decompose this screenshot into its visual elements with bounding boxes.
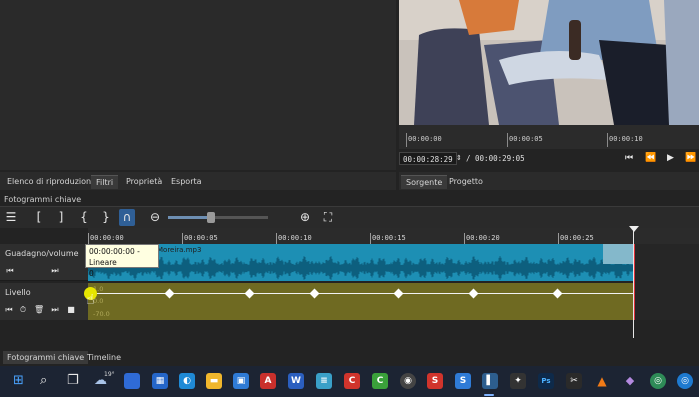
level-scale-label: -70.0 — [93, 310, 110, 318]
shotcut-app-icon[interactable]: ▌ — [482, 373, 498, 389]
store-app-icon[interactable]: ▦ — [152, 373, 168, 389]
ruler-label: 00:00:10 — [278, 234, 312, 242]
video-preview[interactable] — [399, 0, 699, 125]
current-timecode[interactable]: 00:00:28:29 — [399, 152, 457, 165]
widgets-app-icon[interactable] — [124, 373, 140, 389]
ruler-label: 00:00:25 — [560, 234, 594, 242]
edge-app-icon[interactable]: ◐ — [179, 373, 195, 389]
word-app-icon[interactable]: W — [288, 373, 304, 389]
next-keyframe-icon[interactable]: ⏭ — [50, 305, 60, 315]
playhead-handle[interactable] — [629, 226, 639, 232]
microsoft-store-icon[interactable]: ▣ — [233, 373, 249, 389]
previous-keyframe-icon[interactable]: { — [76, 209, 92, 226]
weather-temperature: 19° — [104, 371, 115, 378]
zoom-fit-icon[interactable]: ⛶ — [320, 209, 336, 226]
ruler-label: 00:00:15 — [372, 234, 406, 242]
snipping-tool-icon[interactable]: ✂ — [566, 373, 582, 389]
davinci-app-icon[interactable]: ✦ — [510, 373, 526, 389]
camtasia-green-icon[interactable]: C — [372, 373, 388, 389]
player-tabs: Sorgente Progetto — [399, 172, 699, 190]
rewind-icon[interactable]: ⏪ — [645, 153, 656, 163]
stop-icon[interactable]: ■ — [66, 305, 76, 314]
keyframe-tooltip: 00:00:00:00 - Lineare 0 — [85, 244, 159, 278]
total-duration: / 00:00:29:05 — [466, 154, 525, 163]
s-blue-app-icon[interactable]: S — [455, 373, 471, 389]
next-keyframe-icon[interactable]: } — [98, 209, 114, 226]
vlc-app-icon[interactable]: ▲ — [594, 373, 610, 389]
zoom-slider-fill — [168, 216, 208, 219]
windows-start-icon[interactable]: ⊞ — [13, 372, 24, 390]
tab-project[interactable]: Progetto — [444, 175, 488, 189]
previous-keyframe-icon[interactable]: ⏮ — [5, 266, 15, 276]
player-controls: 00:00:28:29 ⇕ / 00:00:29:05 ⏮ ⏪ ▶ ⏩ — [399, 149, 699, 169]
task-view-icon[interactable]: ❐ — [67, 372, 79, 390]
bottom-tabs: Fotogrammi chiave Timeline — [0, 349, 699, 365]
snap-magnet-icon[interactable]: ∩ — [119, 209, 135, 226]
search-icon[interactable]: ⌕ — [40, 372, 47, 390]
ruler-label: 00:00:20 — [466, 234, 500, 242]
gain-track-clip[interactable]: cas Moreira.mp3 — [88, 244, 634, 281]
track-header-gain[interactable]: Guadagno/volume ⏮ ⏭ — [0, 244, 88, 281]
keyframes-toolbar: ☰ [ ] { } ∩ ⊖ ⊕ ⛶ — [0, 206, 699, 228]
playhead-line[interactable] — [633, 228, 634, 338]
set-in-bracket-icon[interactable]: [ — [31, 209, 47, 226]
zoom-slider[interactable] — [168, 212, 268, 223]
track-title: Guadagno/volume — [5, 249, 79, 258]
hand-cursor-icon: ☝ — [86, 292, 95, 308]
browser-alt-app-icon[interactable]: ◎ — [677, 373, 693, 389]
set-out-bracket-icon[interactable]: ] — [53, 209, 69, 226]
tooltip-line: 00:00:00:00 - Lineare — [89, 247, 140, 267]
clipchamp-app-icon[interactable]: ◆ — [622, 373, 638, 389]
skip-previous-icon[interactable]: ⏮ — [625, 153, 633, 163]
camtasia-red-icon[interactable]: C — [344, 373, 360, 389]
timer-icon[interactable]: ⏱ — [18, 305, 28, 315]
file-explorer-icon[interactable]: ▬ — [206, 373, 222, 389]
tab-export[interactable]: Esporta — [166, 175, 207, 189]
tab-playlist[interactable]: Elenco di riproduzione — [2, 175, 101, 189]
s-red-app-icon[interactable]: S — [427, 373, 443, 389]
tab-filters[interactable]: Filtri — [91, 175, 119, 189]
player-time-ruler[interactable]: 00:00:00 00:00:05 00:00:10 — [399, 125, 699, 149]
fast-forward-icon[interactable]: ⏩ — [685, 153, 696, 163]
play-icon[interactable]: ▶ — [667, 153, 674, 163]
zoom-out-icon[interactable]: ⊖ — [147, 209, 163, 226]
audio-waveform — [88, 256, 634, 280]
timecode-spin-icon[interactable]: ⇕ — [456, 153, 462, 163]
notepad-app-icon[interactable]: ≡ — [316, 373, 332, 389]
tab-timeline[interactable]: Timeline — [83, 351, 125, 364]
acrobat-icon[interactable]: A — [260, 373, 276, 389]
panel-title: Fotogrammi chiave — [0, 194, 699, 206]
track-header-level[interactable]: Livello ⏮ ⏱ 🗑 ⏭ ■ — [0, 283, 88, 320]
filters-panel-area — [0, 0, 396, 170]
tab-keyframes[interactable]: Fotogrammi chiave — [3, 351, 89, 364]
ruler-label: 00:00:00 — [408, 135, 442, 143]
active-app-indicator — [484, 394, 494, 396]
tab-properties[interactable]: Proprietà — [121, 175, 167, 189]
left-panel-tabs: Elenco di riproduzione Filtri Proprietà … — [0, 172, 396, 190]
ruler-label: 00:00:05 — [509, 135, 543, 143]
clip-tail — [603, 244, 634, 264]
previous-keyframe-icon[interactable]: ⏮ — [4, 305, 14, 315]
tooltip-line: 0 — [89, 269, 94, 278]
taskbar: ⊞ ⌕ ❐ ☁ 19° ▦ ◐ ▬ ▣ A W ≡ C C ◉ S S ▌ ✦ … — [0, 366, 699, 397]
ruler-label: 00:00:05 — [184, 234, 218, 242]
timeline-empty-area — [634, 244, 699, 320]
next-keyframe-icon[interactable]: ⏭ — [50, 266, 60, 276]
ruler-label: 00:00:10 — [609, 135, 643, 143]
browser-app-icon[interactable]: ◎ — [650, 373, 666, 389]
trash-icon[interactable]: 🗑 — [34, 305, 44, 314]
timeline-ruler[interactable]: 00:00:00 00:00:05 00:00:10 00:00:15 00:0… — [88, 228, 699, 244]
menu-icon[interactable]: ☰ — [3, 209, 19, 226]
obs-app-icon[interactable]: ◉ — [400, 373, 416, 389]
zoom-in-icon[interactable]: ⊕ — [297, 209, 313, 226]
track-title: Livello — [5, 288, 31, 297]
tab-source[interactable]: Sorgente — [401, 175, 448, 189]
ruler-label: 00:00:00 — [90, 234, 124, 242]
zoom-slider-handle[interactable] — [207, 212, 215, 223]
photoshop-app-icon[interactable]: Ps — [538, 373, 554, 389]
